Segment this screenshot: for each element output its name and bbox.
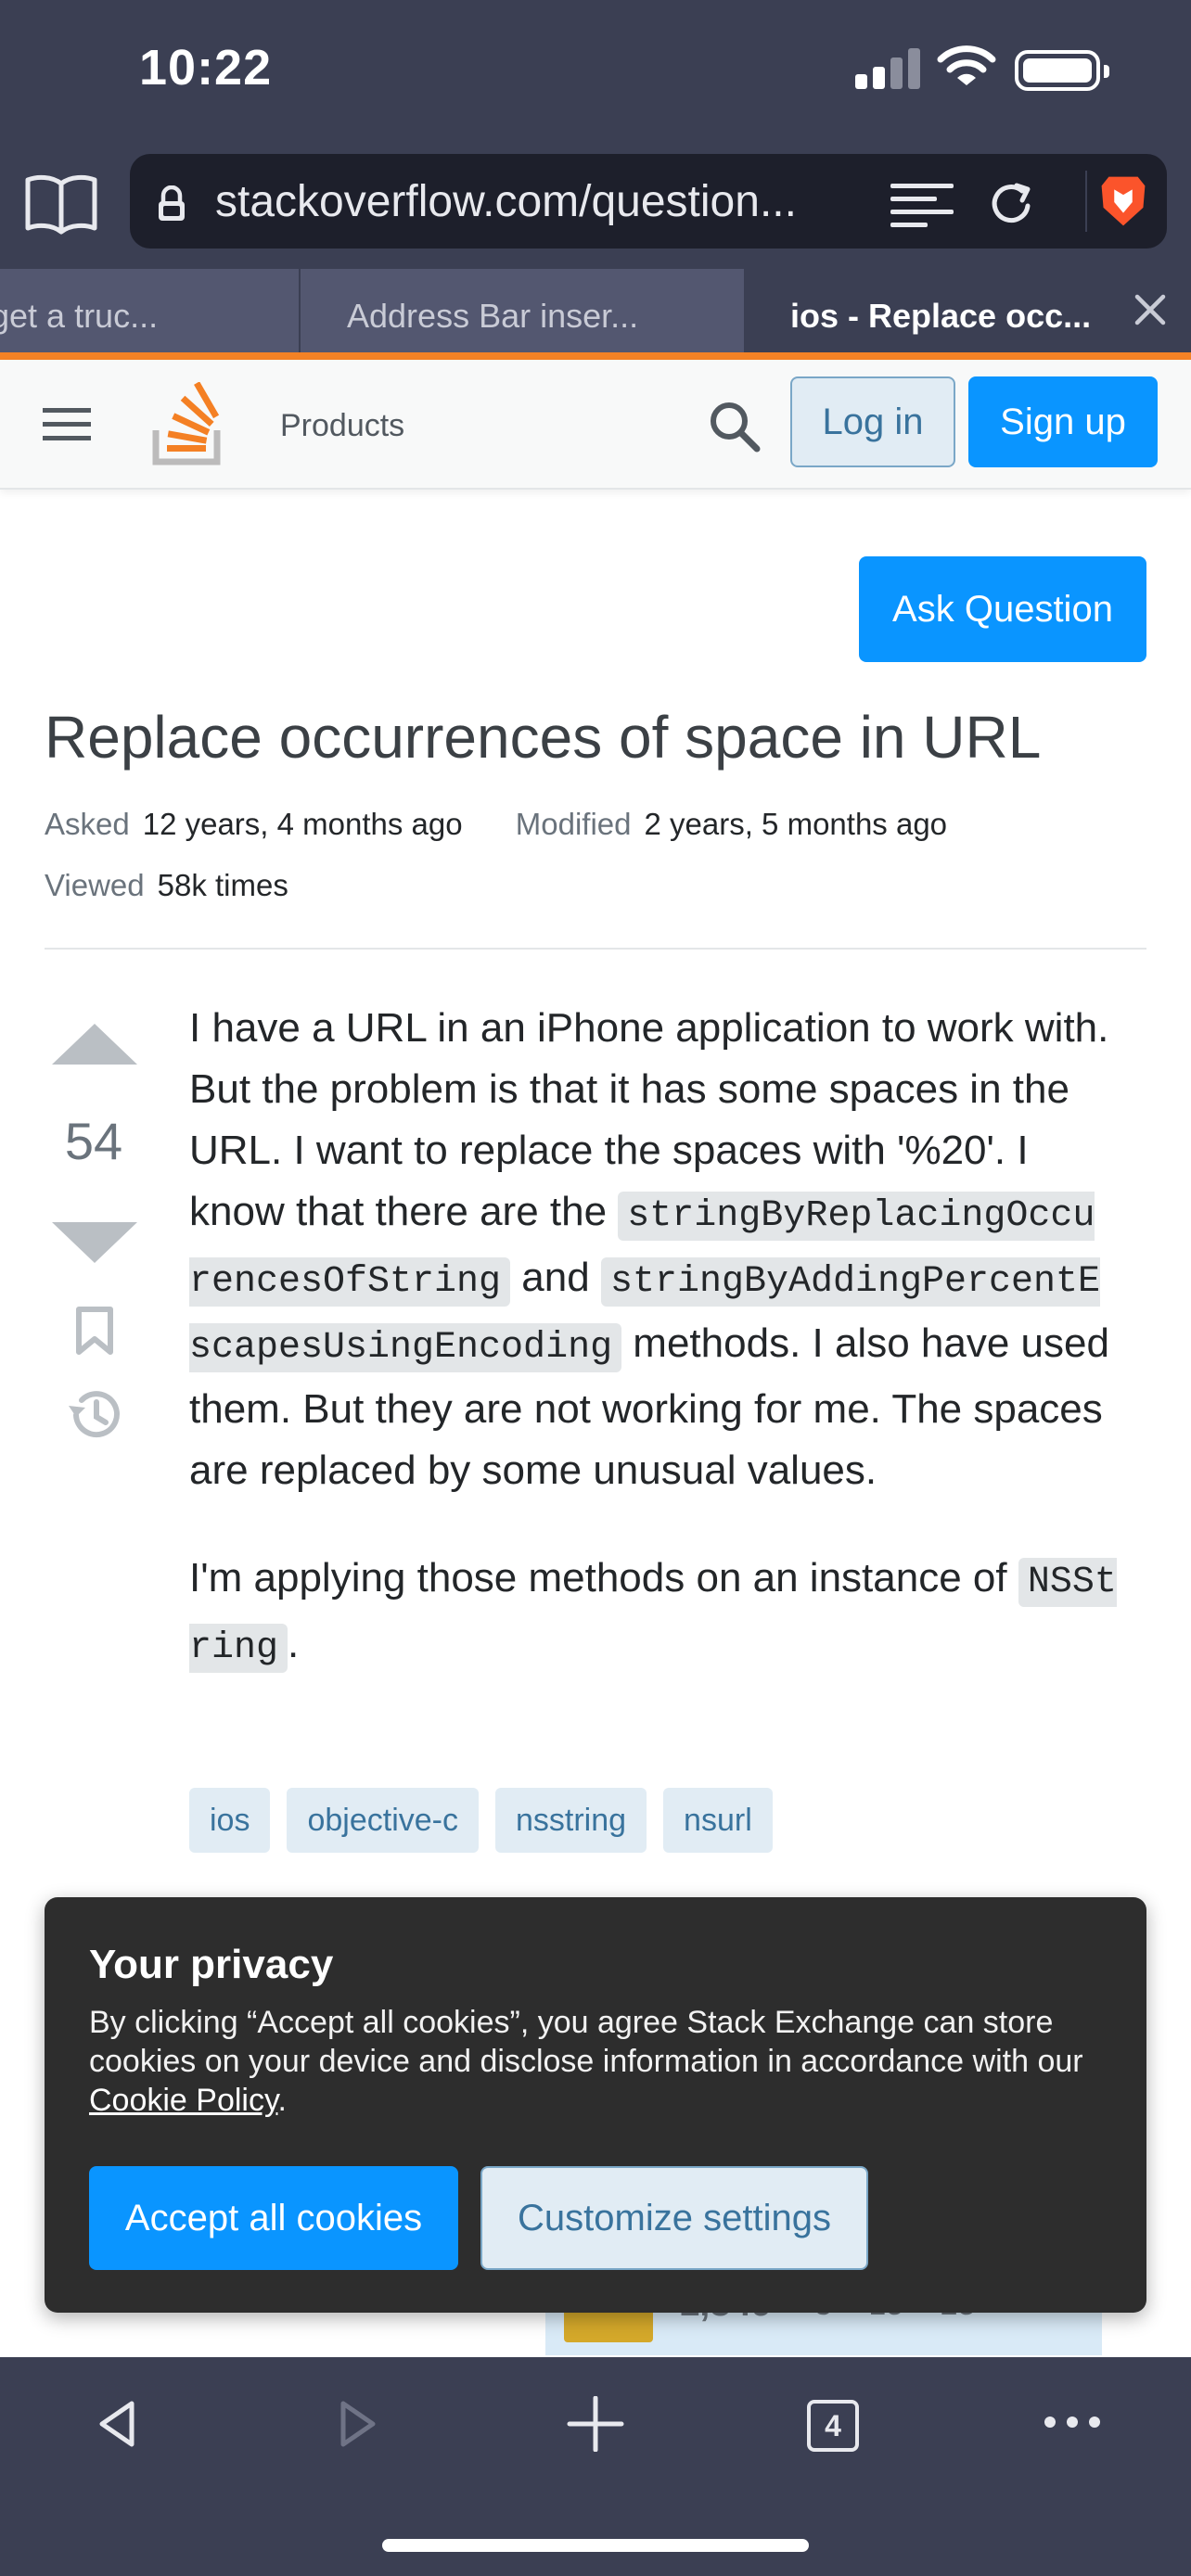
tag-objective-c[interactable]: objective-c	[287, 1788, 479, 1853]
question-meta-row: Asked 12 years, 4 months ago Modified 2 ye…	[45, 807, 947, 842]
cookie-title: Your privacy	[89, 1942, 334, 1987]
downvote-icon[interactable]	[48, 1218, 141, 1267]
upvote-icon[interactable]	[48, 1020, 141, 1068]
accent-line	[0, 352, 1191, 360]
post-text: I'm applying those methods on an instanc…	[189, 1555, 1018, 1600]
accept-cookies-button[interactable]: Accept all cookies	[89, 2166, 458, 2270]
tab-label: Address Bar inser...	[347, 297, 639, 335]
modified-value: 2 years, 5 months ago	[644, 807, 948, 841]
forward-icon[interactable]	[328, 2396, 384, 2452]
post-paragraph: I'm applying those methods on an instanc…	[189, 1548, 1117, 1679]
status-time: 10:22	[139, 40, 273, 96]
viewed-label: Viewed	[45, 868, 145, 902]
site-header: Products Log in Sign up	[0, 360, 1191, 490]
tab-1[interactable]: get a truc...	[0, 269, 301, 354]
cookie-banner: Your privacy By clicking “Accept all coo…	[45, 1897, 1146, 2313]
signal-icon	[855, 46, 920, 89]
asked-label: Asked	[45, 807, 130, 841]
cookie-text: By clicking “Accept all cookies”, you ag…	[89, 2003, 1109, 2120]
cookie-body: By clicking “Accept all cookies”, you ag…	[89, 2005, 1083, 2079]
reload-icon[interactable]	[985, 178, 1037, 230]
brave-shield-icon[interactable]	[1085, 171, 1159, 232]
viewed-value: 58k times	[157, 868, 288, 902]
cookie-body-end: .	[277, 2083, 287, 2118]
tab-label: get a truc...	[0, 297, 159, 335]
ask-question-button[interactable]: Ask Question	[859, 556, 1146, 662]
url-text: stackoverflow.com/question...	[215, 177, 797, 226]
new-tab-icon[interactable]	[566, 2396, 625, 2452]
tab-active[interactable]: ios - Replace occ...	[746, 269, 1191, 354]
divider	[45, 948, 1146, 950]
reader-mode-icon[interactable]	[890, 182, 954, 228]
battery-icon	[1015, 50, 1109, 91]
post-text: and	[510, 1255, 601, 1300]
more-icon[interactable]	[1043, 2413, 1102, 2431]
question-meta-row: Viewed 58k times	[45, 868, 288, 903]
tab-count-button[interactable]: 4	[807, 2400, 859, 2452]
lock-icon	[159, 185, 185, 221]
tag-ios[interactable]: ios	[189, 1788, 271, 1853]
asked-value: 12 years, 4 months ago	[142, 807, 463, 841]
tab-strip: get a truc... Address Bar inser... ios -…	[0, 269, 1191, 354]
browser-toolbar: stackoverflow.com/question...	[0, 139, 1191, 269]
search-icon[interactable]	[707, 399, 762, 454]
tab-label: ios - Replace occ...	[790, 297, 1092, 335]
tag-list: ios objective-c nsstring nsurl	[189, 1788, 773, 1853]
close-tab-icon[interactable]	[1132, 291, 1169, 328]
tab-2[interactable]: Address Bar inser...	[301, 269, 746, 354]
cookie-policy-link[interactable]: Cookie Policy	[89, 2083, 277, 2118]
back-icon[interactable]	[91, 2396, 147, 2452]
home-indicator[interactable]	[382, 2539, 809, 2552]
question-body: I have a URL in an iPhone application to…	[189, 998, 1117, 1726]
post-text: .	[288, 1621, 300, 1666]
wifi-icon	[937, 45, 996, 85]
bookmarks-icon[interactable]	[24, 171, 98, 236]
modified-label: Modified	[515, 807, 632, 841]
signup-button[interactable]: Sign up	[968, 376, 1158, 467]
history-icon[interactable]	[65, 1387, 122, 1441]
stackoverflow-logo[interactable]	[152, 382, 226, 465]
tag-nsstring[interactable]: nsstring	[494, 1788, 647, 1853]
vote-count: 54	[64, 1112, 123, 1170]
post-paragraph: I have a URL in an iPhone application to…	[189, 998, 1117, 1501]
tag-nsurl[interactable]: nsurl	[663, 1788, 773, 1853]
address-bar[interactable]: stackoverflow.com/question...	[130, 154, 1167, 249]
bookmark-icon[interactable]	[74, 1306, 115, 1356]
customize-settings-button[interactable]: Customize settings	[480, 2166, 868, 2270]
products-link[interactable]: Products	[280, 408, 404, 444]
hamburger-menu-icon[interactable]	[43, 406, 91, 443]
question-title[interactable]: Replace occurrences of space in URL	[45, 703, 1041, 772]
status-bar: 10:22	[0, 0, 1191, 139]
login-button[interactable]: Log in	[790, 376, 955, 467]
